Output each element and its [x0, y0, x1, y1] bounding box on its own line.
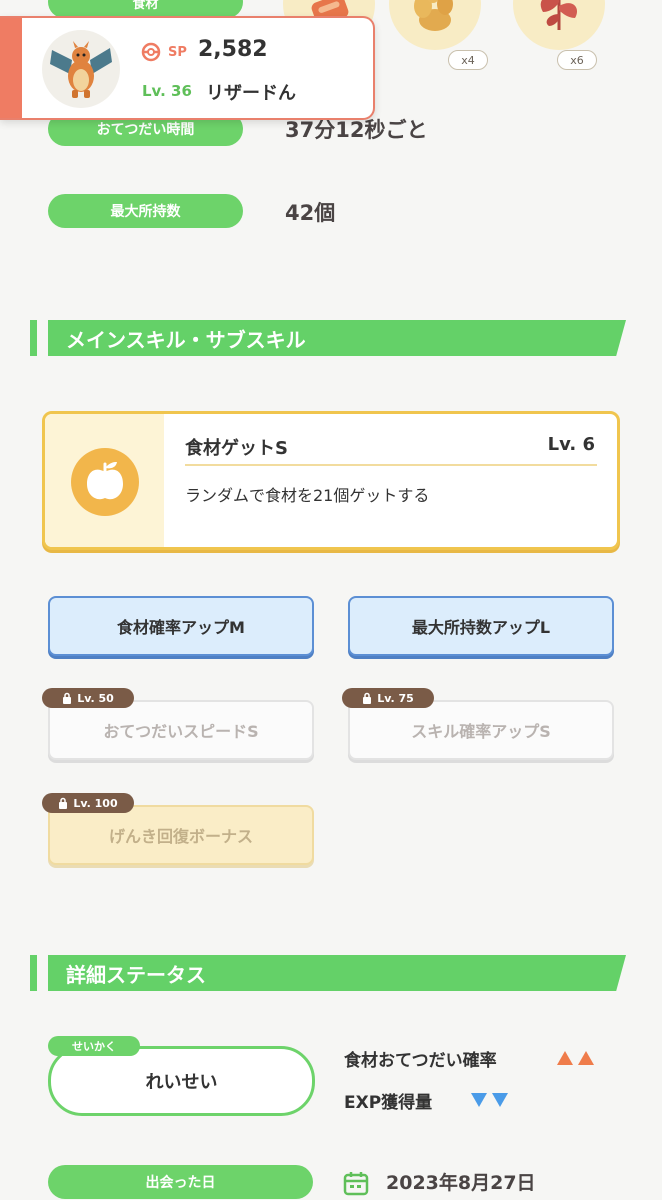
sub-skill-4-label: スキル確率アップS [411, 722, 551, 741]
avatar [42, 30, 120, 108]
nature-tag-text: せいかく [72, 1040, 116, 1053]
main-skill-divider [185, 464, 597, 466]
help-time-label-text: おてつだい時間 [96, 122, 195, 138]
sub-skill-max-carry-l[interactable]: 最大所持数アップL [348, 596, 614, 656]
sub-skill-2-label: 最大所持数アップL [411, 618, 551, 637]
sub-skill-4-lock-tag: Lv. 75 [342, 688, 434, 708]
max-carry-value: 42個 [285, 201, 336, 225]
sp-ball-icon [141, 42, 161, 62]
sub-skill-energy-recovery-bonus[interactable]: げんき回復ボーナス [48, 805, 314, 865]
sub-skill-skill-rate-s[interactable]: スキル確率アップS [348, 700, 614, 760]
level-label: Lv. 36 [142, 82, 192, 100]
section-bar-details [30, 955, 37, 991]
main-skill-description: ランダムで食材を21個ゲットする [185, 486, 430, 505]
sub-skill-help-speed-s[interactable]: おてつだいスピードS [48, 700, 314, 760]
sp-value: 2,582 [198, 37, 268, 62]
ingredient-count-2-text: x6 [570, 53, 584, 67]
nature-box[interactable]: れいせい [48, 1046, 315, 1116]
pokemon-name: リザードん [206, 83, 296, 104]
sub-skill-3-label: おてつだいスピードS [103, 722, 259, 741]
main-skill-card[interactable]: 食材ゲットS Lv. 6 ランダムで食材を21個ゲットする [42, 411, 620, 550]
section-title-skills-text: メインスキル・サブスキル [66, 327, 306, 352]
charizard-icon [50, 41, 112, 98]
ginger-icon [414, 0, 453, 31]
lock-icon [59, 797, 68, 809]
main-skill-icon-circle [71, 448, 139, 516]
section-bar-skills [30, 320, 37, 356]
ingredients-label-text: 食材 [132, 0, 159, 12]
sub-skill-ingredient-rate-m[interactable]: 食材確率アップM [48, 596, 314, 656]
sub-skill-5-lock-tag: Lv. 100 [42, 793, 134, 813]
met-date-label: 出会った日 [48, 1165, 313, 1199]
main-skill-name: 食材ゲットS [185, 438, 288, 459]
nature-value: れいせい [145, 1072, 218, 1093]
sub-skill-5-lock-text: Lv. 100 [73, 796, 118, 810]
nature-tag: せいかく [48, 1036, 140, 1056]
section-title-details-text: 詳細ステータス [66, 962, 206, 987]
met-date-label-text: 出会った日 [145, 1175, 216, 1191]
sub-skill-4-lock-text: Lv. 75 [377, 691, 414, 705]
sub-skill-1-label: 食材確率アップM [117, 618, 245, 637]
max-carry-label: 最大所持数 [48, 194, 243, 228]
section-title-skills: メインスキル・サブスキル [48, 320, 626, 356]
lock-icon [63, 692, 72, 704]
max-carry-label-text: 最大所持数 [110, 204, 181, 220]
apple-icon [87, 461, 123, 500]
sub-skill-5-label: げんき回復ボーナス [108, 827, 253, 846]
ingredient-count-2: x6 [557, 50, 597, 70]
ingredient-count-1: x4 [448, 50, 488, 70]
met-date-value: 2023年8月27日 [386, 1172, 536, 1194]
sub-skill-3-lock-text: Lv. 50 [77, 691, 114, 705]
sub-skill-3-lock-tag: Lv. 50 [42, 688, 134, 708]
nature-effect-down-label: EXP獲得量 [344, 1093, 433, 1113]
pokemon-summary-popup[interactable]: SP 2,582 Lv. 36 リザードん [0, 16, 375, 120]
down-arrow-icon [471, 1093, 508, 1107]
ingredient-slot-3 [513, 0, 605, 50]
herb-icon [540, 0, 578, 30]
sp-label: SP [168, 45, 187, 60]
ingredient-slot-2 [389, 0, 481, 50]
section-title-details: 詳細ステータス [48, 955, 626, 991]
calendar-icon [343, 1172, 369, 1196]
ingredient-count-1-text: x4 [461, 53, 475, 67]
nature-effect-up-label: 食材おてつだい確率 [344, 1051, 497, 1071]
main-skill-level: Lv. 6 [547, 434, 595, 455]
lock-icon [363, 692, 372, 704]
up-arrow-icon [557, 1051, 594, 1065]
popup-accent-strip [0, 18, 22, 118]
